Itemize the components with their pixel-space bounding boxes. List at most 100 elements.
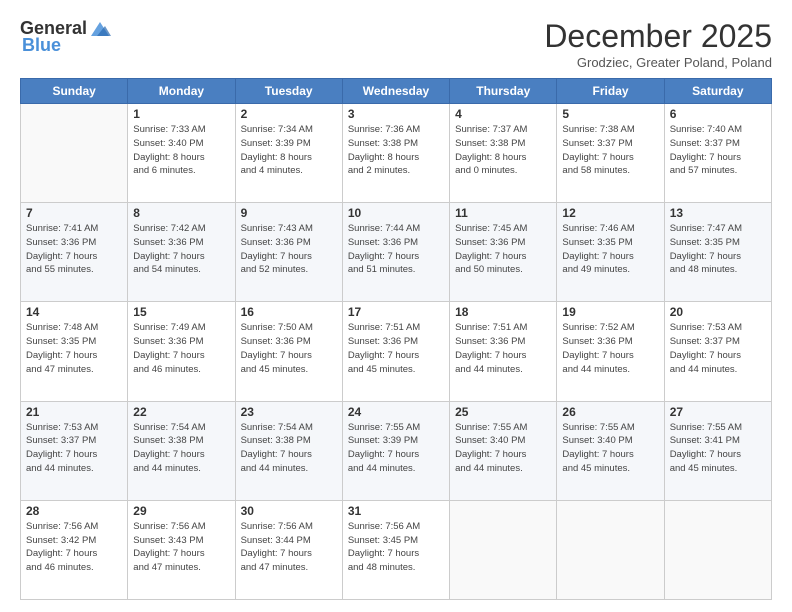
day-number: 23 — [241, 405, 337, 419]
day-number: 8 — [133, 206, 229, 220]
day-info: Sunrise: 7:42 AMSunset: 3:36 PMDaylight:… — [133, 222, 229, 277]
day-info: Sunrise: 7:56 AMSunset: 3:44 PMDaylight:… — [241, 520, 337, 575]
day-info: Sunrise: 7:56 AMSunset: 3:42 PMDaylight:… — [26, 520, 122, 575]
table-row: 11 Sunrise: 7:45 AMSunset: 3:36 PMDayligh… — [450, 203, 557, 302]
day-info: Sunrise: 7:45 AMSunset: 3:36 PMDaylight:… — [455, 222, 551, 277]
table-row: 22 Sunrise: 7:54 AMSunset: 3:38 PMDayligh… — [128, 401, 235, 500]
day-number: 2 — [241, 107, 337, 121]
day-number: 21 — [26, 405, 122, 419]
month-title: December 2025 — [544, 18, 772, 55]
day-number: 11 — [455, 206, 551, 220]
table-row: 15 Sunrise: 7:49 AMSunset: 3:36 PMDayligh… — [128, 302, 235, 401]
col-saturday: Saturday — [664, 79, 771, 104]
day-info: Sunrise: 7:41 AMSunset: 3:36 PMDaylight:… — [26, 222, 122, 277]
day-number: 9 — [241, 206, 337, 220]
table-row: 5 Sunrise: 7:38 AMSunset: 3:37 PMDaylight… — [557, 104, 664, 203]
day-number: 3 — [348, 107, 444, 121]
header: General Blue December 2025 Grodziec, Gre… — [20, 18, 772, 70]
day-number: 6 — [670, 107, 766, 121]
table-row — [21, 104, 128, 203]
table-row: 16 Sunrise: 7:50 AMSunset: 3:36 PMDayligh… — [235, 302, 342, 401]
table-row: 26 Sunrise: 7:55 AMSunset: 3:40 PMDayligh… — [557, 401, 664, 500]
table-row: 31Sunrise: 7:56 AMSunset: 3:45 PMDayligh… — [342, 500, 449, 599]
col-tuesday: Tuesday — [235, 79, 342, 104]
col-friday: Friday — [557, 79, 664, 104]
day-info: Sunrise: 7:54 AMSunset: 3:38 PMDaylight:… — [133, 421, 229, 476]
table-row: 3 Sunrise: 7:36 AMSunset: 3:38 PMDaylight… — [342, 104, 449, 203]
table-row: 21 Sunrise: 7:53 AMSunset: 3:37 PMDayligh… — [21, 401, 128, 500]
day-info: Sunrise: 7:51 AMSunset: 3:36 PMDaylight:… — [455, 321, 551, 376]
day-info: Sunrise: 7:53 AMSunset: 3:37 PMDaylight:… — [26, 421, 122, 476]
table-row: 24 Sunrise: 7:55 AMSunset: 3:39 PMDayligh… — [342, 401, 449, 500]
day-info: Sunrise: 7:36 AMSunset: 3:38 PMDaylight:… — [348, 123, 444, 178]
day-info: Sunrise: 7:49 AMSunset: 3:36 PMDaylight:… — [133, 321, 229, 376]
day-number: 30 — [241, 504, 337, 518]
calendar-header-row: Sunday Monday Tuesday Wednesday Thursday… — [21, 79, 772, 104]
day-number: 20 — [670, 305, 766, 319]
day-info: Sunrise: 7:51 AMSunset: 3:36 PMDaylight:… — [348, 321, 444, 376]
table-row — [450, 500, 557, 599]
day-number: 31 — [348, 504, 444, 518]
table-row: 8 Sunrise: 7:42 AMSunset: 3:36 PMDaylight… — [128, 203, 235, 302]
table-row: 23 Sunrise: 7:54 AMSunset: 3:38 PMDayligh… — [235, 401, 342, 500]
col-monday: Monday — [128, 79, 235, 104]
day-number: 13 — [670, 206, 766, 220]
table-row: 10 Sunrise: 7:44 AMSunset: 3:36 PMDayligh… — [342, 203, 449, 302]
day-info: Sunrise: 7:55 AMSunset: 3:41 PMDaylight:… — [670, 421, 766, 476]
table-row: 12 Sunrise: 7:46 AMSunset: 3:35 PMDayligh… — [557, 203, 664, 302]
logo-blue: Blue — [22, 35, 61, 56]
subtitle: Grodziec, Greater Poland, Poland — [544, 55, 772, 70]
table-row: 29Sunrise: 7:56 AMSunset: 3:43 PMDayligh… — [128, 500, 235, 599]
day-info: Sunrise: 7:34 AMSunset: 3:39 PMDaylight:… — [241, 123, 337, 178]
table-row — [664, 500, 771, 599]
table-row: 28 Sunrise: 7:56 AMSunset: 3:42 PMDayligh… — [21, 500, 128, 599]
day-info: Sunrise: 7:48 AMSunset: 3:35 PMDaylight:… — [26, 321, 122, 376]
day-number: 10 — [348, 206, 444, 220]
day-info: Sunrise: 7:50 AMSunset: 3:36 PMDaylight:… — [241, 321, 337, 376]
day-info: Sunrise: 7:43 AMSunset: 3:36 PMDaylight:… — [241, 222, 337, 277]
table-row: 1 Sunrise: 7:33 AMSunset: 3:40 PMDaylight… — [128, 104, 235, 203]
table-row: 14 Sunrise: 7:48 AMSunset: 3:35 PMDayligh… — [21, 302, 128, 401]
day-number: 7 — [26, 206, 122, 220]
day-info: Sunrise: 7:55 AMSunset: 3:39 PMDaylight:… — [348, 421, 444, 476]
day-info: Sunrise: 7:54 AMSunset: 3:38 PMDaylight:… — [241, 421, 337, 476]
calendar-table: Sunday Monday Tuesday Wednesday Thursday… — [20, 78, 772, 600]
col-wednesday: Wednesday — [342, 79, 449, 104]
day-info: Sunrise: 7:40 AMSunset: 3:37 PMDaylight:… — [670, 123, 766, 178]
day-info: Sunrise: 7:33 AMSunset: 3:40 PMDaylight:… — [133, 123, 229, 178]
day-number: 24 — [348, 405, 444, 419]
day-number: 18 — [455, 305, 551, 319]
page: General Blue December 2025 Grodziec, Gre… — [0, 0, 792, 612]
day-info: Sunrise: 7:44 AMSunset: 3:36 PMDaylight:… — [348, 222, 444, 277]
day-number: 25 — [455, 405, 551, 419]
logo: General Blue — [20, 18, 111, 56]
day-number: 19 — [562, 305, 658, 319]
title-block: December 2025 Grodziec, Greater Poland, … — [544, 18, 772, 70]
day-info: Sunrise: 7:47 AMSunset: 3:35 PMDaylight:… — [670, 222, 766, 277]
day-number: 1 — [133, 107, 229, 121]
table-row: 7 Sunrise: 7:41 AMSunset: 3:36 PMDaylight… — [21, 203, 128, 302]
day-info: Sunrise: 7:46 AMSunset: 3:35 PMDaylight:… — [562, 222, 658, 277]
table-row: 2 Sunrise: 7:34 AMSunset: 3:39 PMDaylight… — [235, 104, 342, 203]
day-info: Sunrise: 7:52 AMSunset: 3:36 PMDaylight:… — [562, 321, 658, 376]
day-number: 27 — [670, 405, 766, 419]
table-row: 6 Sunrise: 7:40 AMSunset: 3:37 PMDaylight… — [664, 104, 771, 203]
day-number: 28 — [26, 504, 122, 518]
day-info: Sunrise: 7:53 AMSunset: 3:37 PMDaylight:… — [670, 321, 766, 376]
day-info: Sunrise: 7:55 AMSunset: 3:40 PMDaylight:… — [562, 421, 658, 476]
table-row: 18 Sunrise: 7:51 AMSunset: 3:36 PMDayligh… — [450, 302, 557, 401]
table-row: 13 Sunrise: 7:47 AMSunset: 3:35 PMDayligh… — [664, 203, 771, 302]
day-number: 22 — [133, 405, 229, 419]
day-number: 5 — [562, 107, 658, 121]
day-number: 16 — [241, 305, 337, 319]
logo-icon — [89, 20, 111, 38]
day-info: Sunrise: 7:38 AMSunset: 3:37 PMDaylight:… — [562, 123, 658, 178]
day-number: 15 — [133, 305, 229, 319]
day-info: Sunrise: 7:56 AMSunset: 3:43 PMDaylight:… — [133, 520, 229, 575]
day-number: 12 — [562, 206, 658, 220]
day-number: 26 — [562, 405, 658, 419]
day-number: 14 — [26, 305, 122, 319]
table-row: 30 Sunrise: 7:56 AMSunset: 3:44 PMDayligh… — [235, 500, 342, 599]
table-row: 20 Sunrise: 7:53 AMSunset: 3:37 PMDayligh… — [664, 302, 771, 401]
table-row: 27 Sunrise: 7:55 AMSunset: 3:41 PMDayligh… — [664, 401, 771, 500]
